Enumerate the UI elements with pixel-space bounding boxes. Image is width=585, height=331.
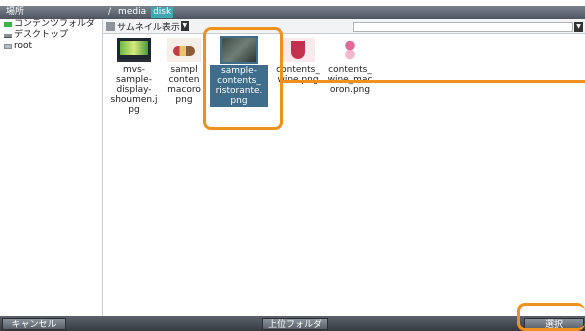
path-bar: / media disk [103,6,585,19]
path-disk[interactable]: disk [151,7,174,18]
file-chooser-dialog: 場所 / media disk コンテンツフォルダ デスクトップ root サム… [0,0,585,331]
file-item[interactable]: mvs-sample-display-shoumen.j pg [106,38,162,115]
places-sidebar: コンテンツフォルダ デスクトップ root [0,19,103,316]
file-item-selected[interactable]: sample-contents_ ristorante. png [210,36,268,107]
folder-green-icon [4,22,12,27]
view-mode-select[interactable]: サムネイル表示 [117,20,180,33]
place-label: root [14,41,33,51]
desktop-icon [4,33,12,38]
places-header: 場所 [0,6,103,19]
file-thumbnail [281,38,315,62]
place-label: デスクトップ [14,30,69,40]
chevron-down-icon[interactable]: ▼ [180,21,189,31]
cancel-button[interactable]: キャンセル [2,318,66,330]
view-toolbar: サムネイル表示 ▼ ▼ [103,19,585,34]
file-name: sample-contents_ ristorante. png [210,65,268,107]
path-root[interactable]: / [106,6,113,19]
place-label: コンテンツフォルダ [14,19,96,29]
chevron-down-icon[interactable]: ▼ [574,22,583,32]
up-folder-button[interactable]: 上位フォルダ [262,318,328,330]
file-item[interactable]: contents_wine_macoron.png [322,38,378,95]
file-name: mvs-sample-display-shoumen.j pg [110,65,158,115]
file-item[interactable]: sampl conten macoro png [156,38,212,105]
place-root[interactable]: root [0,41,102,52]
file-thumbnail [333,38,367,62]
file-name: sampl conten macoro png [167,65,201,105]
file-thumbnail [167,38,201,62]
place-desktop[interactable]: デスクトップ [0,30,102,41]
place-contents-folder[interactable]: コンテンツフォルダ [0,19,102,30]
file-thumbnail [220,36,258,64]
thumbnail-view-icon [106,21,115,31]
select-button[interactable]: 選択 [524,318,584,330]
callout-line [283,80,585,83]
action-bar: キャンセル 上位フォルダ 選択 [0,316,585,331]
file-item[interactable]: contents_wine.png [270,38,326,85]
drive-icon [4,44,12,49]
filename-field[interactable] [353,22,573,32]
file-grid: mvs-sample-display-shoumen.j pg sampl cont… [104,34,585,316]
file-thumbnail [117,38,151,62]
path-media[interactable]: media [116,6,148,19]
